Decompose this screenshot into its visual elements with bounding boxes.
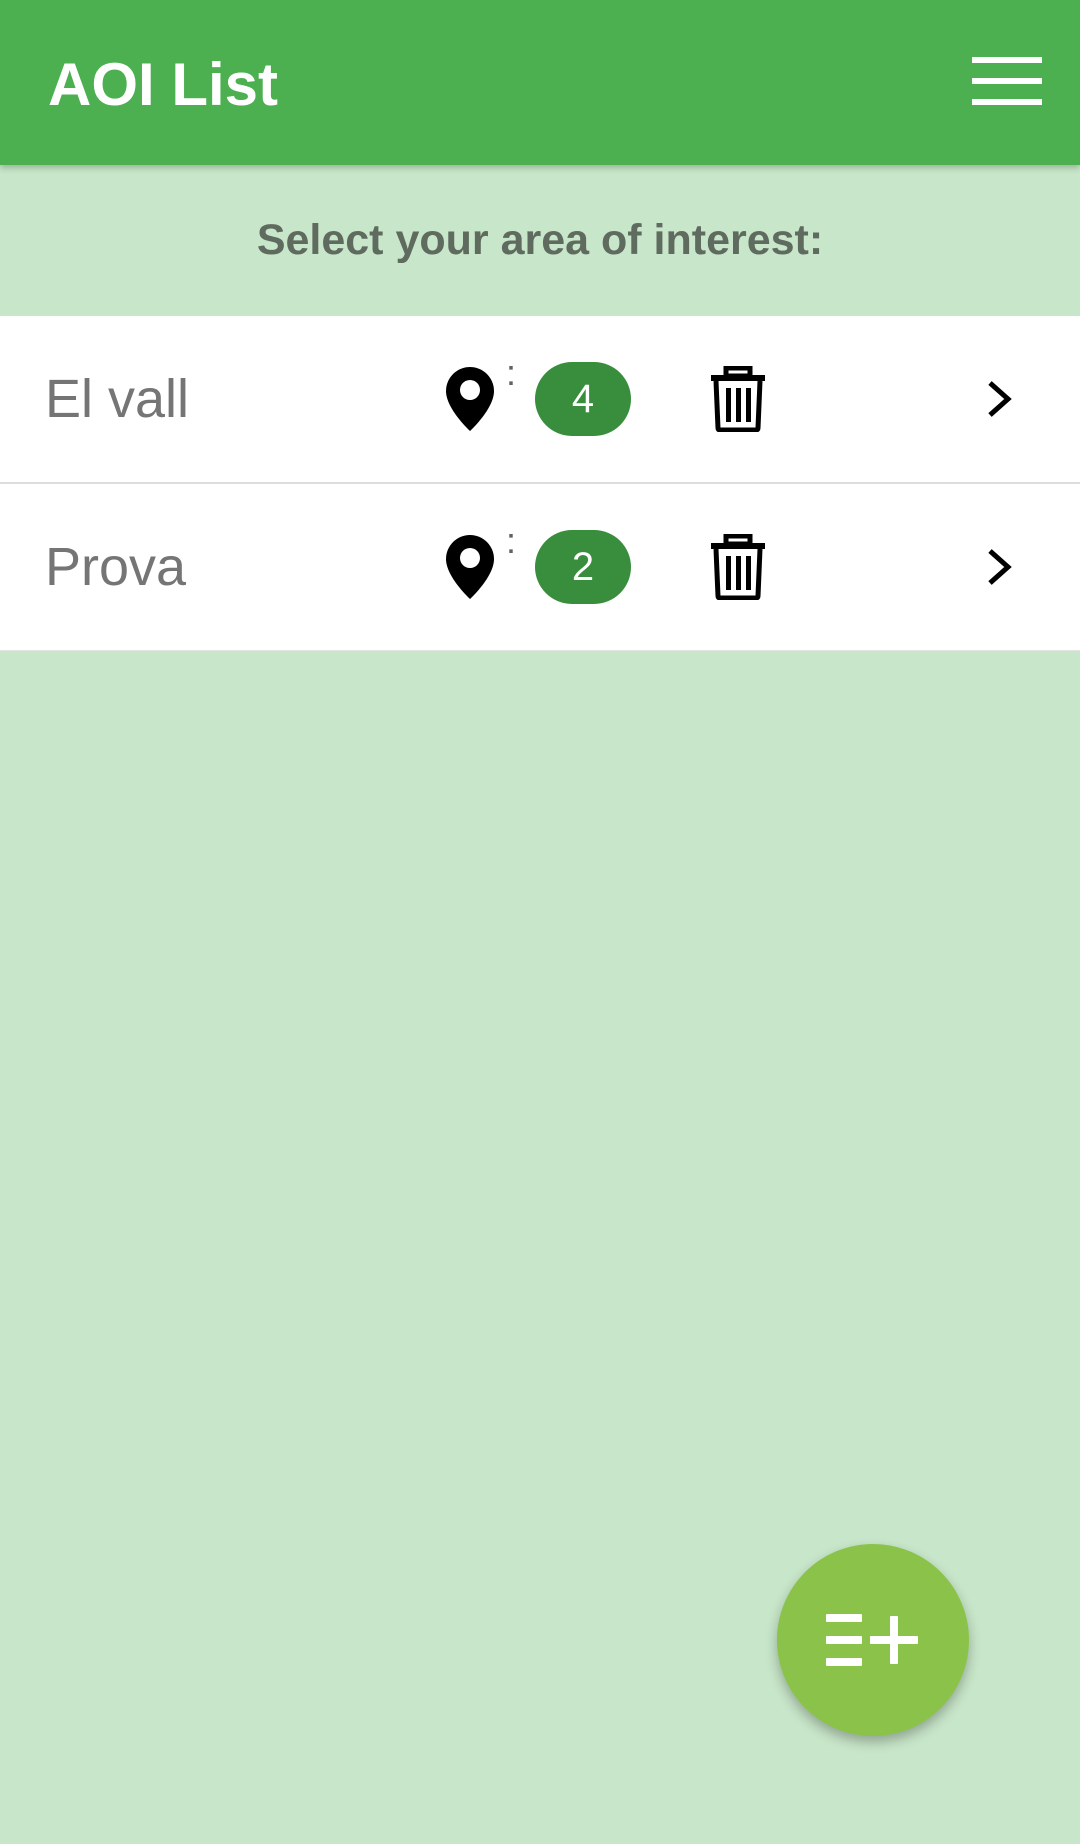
trash-icon [711,366,765,432]
map-pin-icon [446,535,494,599]
subtitle: Select your area of interest: [256,216,824,264]
add-list-icon [826,1614,918,1666]
delete-button[interactable] [709,534,767,600]
app-bar: AOI List [0,0,1080,165]
list-item[interactable]: El vall : 4 [0,316,1080,484]
delete-button[interactable] [709,366,767,432]
chevron-right-icon[interactable] [982,545,1018,589]
chevron-right-icon[interactable] [982,377,1018,421]
list-item[interactable]: Prova : 2 [0,484,1080,651]
separator: : [506,352,517,393]
count-badge: 2 [535,530,631,604]
count-badge: 4 [535,362,631,436]
aoi-name: El vall [45,369,190,429]
menu-icon [972,57,1042,105]
menu-button[interactable] [972,55,1042,107]
separator: : [506,520,517,561]
subtitle-bar: Select your area of interest: [0,165,1080,316]
add-aoi-button[interactable] [777,1544,969,1736]
aoi-list: El vall : 4 Prova : 2 [0,316,1080,651]
trash-icon [711,534,765,600]
map-pin-icon [446,367,494,431]
aoi-name: Prova [45,537,187,597]
page-title: AOI List [48,51,279,118]
